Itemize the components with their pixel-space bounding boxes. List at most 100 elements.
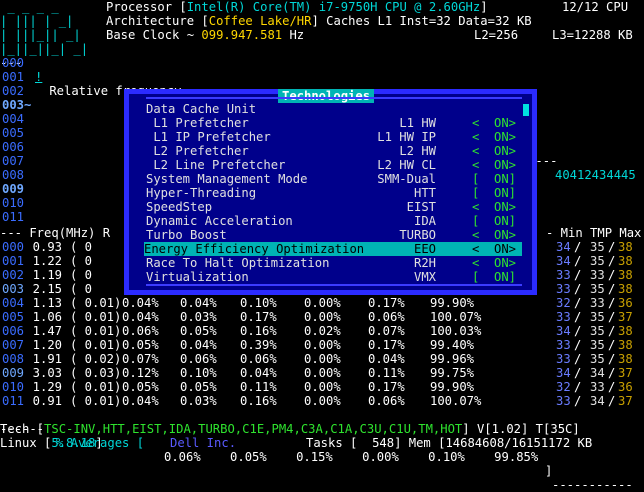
separator: / (608, 268, 616, 282)
cstate-value: 0.03% (180, 310, 217, 324)
technology-item[interactable]: L1 IP Prefetcher L1 HW IP < ON> (146, 130, 522, 144)
technology-state[interactable]: [ ON] (472, 270, 516, 284)
ratio-value: ( 0 (70, 268, 93, 282)
technology-item[interactable]: Data Cache Unit (146, 102, 522, 116)
table-row: 004 1.13( 0.01) 0.04% 0.04% 0.10% 0.00% 0.17% 9… (0, 296, 644, 310)
scrollbar[interactable] (523, 104, 529, 116)
temperature-value: 38 (618, 338, 633, 352)
technology-label: L1 IP Prefetcher (146, 130, 271, 144)
cstate-value: 0.00% (304, 394, 341, 408)
temperature-value: 38 (618, 240, 633, 254)
base-clock-unit: Hz (289, 28, 305, 42)
technology-item[interactable]: SpeedStep EIST < ON> (146, 200, 522, 214)
separator: / (608, 296, 616, 310)
technology-item[interactable]: L2 Line Prefetcher L2 HW CL < ON> (146, 158, 522, 172)
technology-item[interactable]: Turbo Boost TURBO < ON> (146, 228, 522, 242)
base-clock-label: Base Clock ~ (106, 28, 195, 42)
core-id-label: 010 (2, 196, 25, 210)
temperature-value: 33 (556, 394, 571, 408)
technology-state[interactable]: [ ON] (472, 172, 516, 186)
cstate-value: 0.06% (240, 352, 277, 366)
temperature-value: 33 (556, 338, 571, 352)
frequency-value: 2.15 (32, 282, 62, 296)
logo-bars-2: | |||_|| _| (0, 28, 81, 42)
bracket-close: ] (480, 0, 488, 14)
table-header-right: - Min TMP Max (546, 226, 642, 240)
cstate-value: 0.17% (368, 296, 405, 310)
mem-label: ] Mem [ (394, 436, 446, 450)
core-id-label: 005 (2, 126, 25, 140)
technology-item[interactable]: Race To Halt Optimization R2H < ON> (146, 256, 522, 270)
technology-item[interactable]: System Management Mode SMM-Dual [ ON] (146, 172, 522, 186)
technology-label: L1 Prefetcher (146, 116, 249, 130)
tech-line: Tech [TSC-INV,HTT,EIST,IDA,TURBO,C1E,PM4… (0, 422, 580, 436)
technology-state[interactable]: < ON> (472, 256, 516, 270)
temperature-value: 33 (590, 380, 605, 394)
temperature-value: 38 (618, 268, 633, 282)
tech-list: TSC-INV,HTT,EIST,IDA,TURBO,C1E,PM4,C3A,C… (44, 422, 463, 436)
cstate-value: 0.39% (240, 338, 277, 352)
core-id-label: 009 (2, 182, 25, 196)
voltage-label: ] V[ (462, 422, 492, 436)
rel-freq-marker[interactable]: ! (35, 70, 42, 84)
l2-value: 256 (496, 28, 519, 42)
table-row: 009 3.03( 0.03) 0.12% 0.10% 0.04% 0.00% 0.11% 9… (0, 366, 644, 380)
dialog-top-edge (146, 97, 522, 99)
separator: / (574, 310, 582, 324)
separator: / (574, 366, 582, 380)
ratio-value: ( 0.01) (70, 394, 122, 408)
separator: / (574, 338, 582, 352)
logo-dashes: _ _ _ _ (0, 0, 59, 14)
technology-item[interactable]: Virtualization VMX [ ON] (146, 270, 522, 284)
mem-value: 14684608/16151172 (445, 436, 571, 450)
technologies-dialog[interactable]: Technologies Data Cache Unit L1 Prefetch… (124, 89, 537, 295)
ratio-value: ( 0.02) (70, 352, 122, 366)
technology-item[interactable]: L2 Prefetcher L2 HW < ON> (146, 144, 522, 158)
technology-state[interactable]: < ON> (472, 158, 516, 172)
cstate-value: 100.07% (430, 310, 482, 324)
technology-label: Turbo Boost (146, 228, 227, 242)
cstate-value: 0.12% (122, 366, 159, 380)
technology-state[interactable]: < ON> (472, 200, 516, 214)
cstate-value: 0.07% (368, 324, 405, 338)
temperature-value: 34 (590, 394, 605, 408)
technology-code: IDA (413, 214, 436, 228)
temperature-value: 32 (556, 296, 571, 310)
cstate-value: 0.11% (368, 366, 405, 380)
technology-item[interactable]: Dynamic Acceleration IDA [ ON] (146, 214, 522, 228)
l3-unit: KB (618, 28, 633, 42)
architecture-label: Architecture [ (106, 14, 209, 28)
technology-label: Data Cache Unit (146, 102, 257, 116)
technology-state[interactable]: < ON> (472, 242, 516, 256)
cstate-value: 0.04% (368, 352, 405, 366)
l1-inst-value: 32 (436, 14, 451, 28)
temperature-value: 38 (618, 254, 633, 268)
separator: / (574, 394, 582, 408)
ratio-value: ( 0 (70, 254, 93, 268)
temperature-value: 36 (618, 380, 633, 394)
temperature-value: 34 (556, 240, 571, 254)
technology-code: EIST (406, 200, 436, 214)
technology-state[interactable]: < ON> (472, 228, 516, 242)
technology-item[interactable]: Energy Efficiency Optimization EEO < ON> (144, 242, 522, 256)
technology-state[interactable]: < ON> (472, 144, 516, 158)
temperature-value: 38 (618, 352, 633, 366)
technology-item[interactable]: Hyper-Threading HTT [ ON] (146, 186, 522, 200)
technology-state[interactable]: [ ON] (472, 214, 516, 228)
technology-code: L1 HW IP (377, 130, 436, 144)
technology-label: Race To Halt Optimization (146, 256, 330, 270)
cstate-value: 0.04% (122, 394, 159, 408)
separator: / (608, 338, 616, 352)
table-header-left: --- Freq(MHz) R (0, 226, 111, 240)
tasks-mem-line: Tasks [ 548] Mem [14684608/16151172 KB (306, 436, 592, 450)
technology-state[interactable]: [ ON] (472, 186, 516, 200)
technology-state[interactable]: < ON> (472, 130, 516, 144)
frequency-value: 1.47 (32, 324, 62, 338)
technology-state[interactable]: < ON> (472, 116, 516, 130)
temperature-value: 36 (618, 296, 633, 310)
technology-item[interactable]: L1 Prefetcher L1 HW < ON> (146, 116, 522, 130)
separator: / (574, 380, 582, 394)
core-id-label: 004 (2, 112, 25, 126)
core-id-label: 006 (2, 140, 25, 154)
averages-values: 0.06% 0.05% 0.15% 0.00% 0.10% 99.85% (164, 450, 539, 464)
